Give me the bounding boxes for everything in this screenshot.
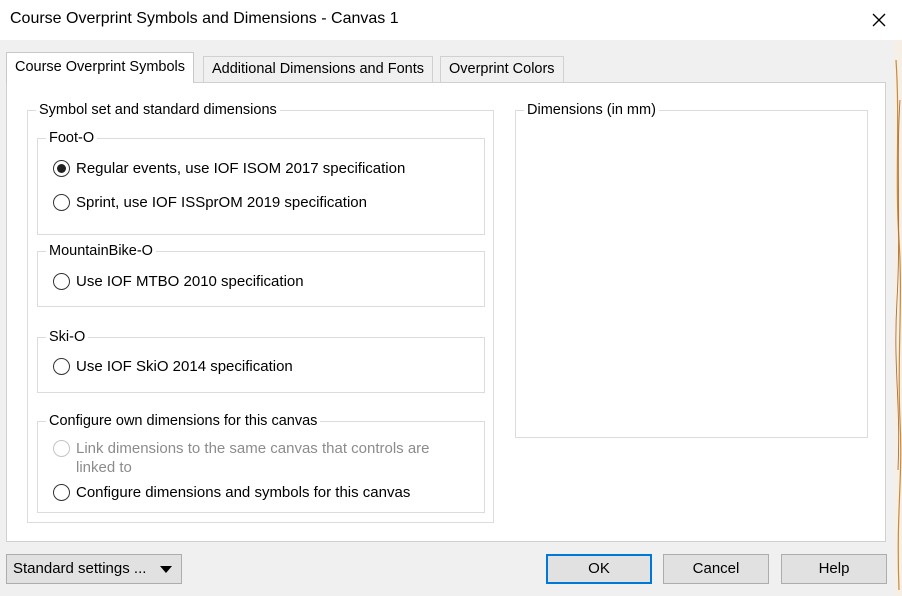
radio-ski-o[interactable]: Use IOF SkiO 2014 specification xyxy=(53,357,293,376)
mtbo-group: MountainBike-O Use IOF MTBO 2010 specifi… xyxy=(37,242,485,307)
radio-mtbo[interactable]: Use IOF MTBO 2010 specification xyxy=(53,272,304,291)
ok-button[interactable]: OK xyxy=(546,554,652,584)
radio-sprint[interactable]: Sprint, use IOF ISSprOM 2019 specificati… xyxy=(53,193,367,212)
radio-button[interactable] xyxy=(53,484,70,501)
tab-additional-dimensions-and-fonts[interactable]: Additional Dimensions and Fonts xyxy=(203,56,433,82)
tab-course-overprint-symbols[interactable]: Course Overprint Symbols xyxy=(6,52,195,83)
radio-label-line-1: Link dimensions to the same canvas that … xyxy=(76,440,430,457)
triangle-down-icon xyxy=(160,566,172,573)
foot-o-legend: Foot-O xyxy=(46,129,98,147)
standard-settings-label: Standard settings ... xyxy=(13,560,147,577)
symbol-set-group: Symbol set and standard dimensions Foot-… xyxy=(27,101,494,523)
radio-label: Use IOF SkiO 2014 specification xyxy=(76,358,293,375)
radio-link-dimensions[interactable]: Link dimensions to the same canvas that … xyxy=(53,439,430,477)
tab-overprint-colors[interactable]: Overprint Colors xyxy=(440,56,564,82)
help-button[interactable]: Help xyxy=(781,554,887,584)
radio-button[interactable] xyxy=(53,358,70,375)
own-dimensions-group: Configure own dimensions for this canvas… xyxy=(37,412,485,513)
radio-label: Sprint, use IOF ISSprOM 2019 specificati… xyxy=(76,194,367,211)
radio-label: Use IOF MTBO 2010 specification xyxy=(76,273,304,290)
close-icon xyxy=(872,13,886,27)
ski-o-legend: Ski-O xyxy=(46,328,89,346)
radio-label-line-2: linked to xyxy=(76,459,132,476)
title-bar[interactable]: Course Overprint Symbols and Dimensions … xyxy=(0,0,902,40)
dialog-window: Course Overprint Symbols and Dimensions … xyxy=(0,0,902,596)
dimensions-group: Dimensions (in mm) xyxy=(515,101,868,438)
radio-label: Regular events, use IOF ISOM 2017 specif… xyxy=(76,160,406,177)
ski-o-group: Ski-O Use IOF SkiO 2014 specification xyxy=(37,328,485,393)
background-map-edge xyxy=(894,40,902,596)
cancel-button[interactable]: Cancel xyxy=(663,554,769,584)
radio-button[interactable] xyxy=(53,440,70,457)
radio-button[interactable] xyxy=(53,273,70,290)
window-title: Course Overprint Symbols and Dimensions … xyxy=(10,10,399,27)
standard-settings-dropdown[interactable]: Standard settings ... xyxy=(6,554,182,584)
symbol-set-legend: Symbol set and standard dimensions xyxy=(36,101,280,119)
radio-label: Configure dimensions and symbols for thi… xyxy=(76,484,411,501)
tab-panel: Symbol set and standard dimensions Foot-… xyxy=(6,82,886,542)
radio-configure-own[interactable]: Configure dimensions and symbols for thi… xyxy=(53,483,410,502)
radio-regular-events[interactable]: Regular events, use IOF ISOM 2017 specif… xyxy=(53,159,405,178)
own-dimensions-legend: Configure own dimensions for this canvas xyxy=(46,412,321,430)
mtbo-legend: MountainBike-O xyxy=(46,242,156,260)
radio-button[interactable] xyxy=(53,160,70,177)
dimensions-legend: Dimensions (in mm) xyxy=(524,101,659,119)
close-button[interactable] xyxy=(856,0,902,40)
radio-button[interactable] xyxy=(53,194,70,211)
foot-o-group: Foot-O Regular events, use IOF ISOM 2017… xyxy=(37,129,485,235)
